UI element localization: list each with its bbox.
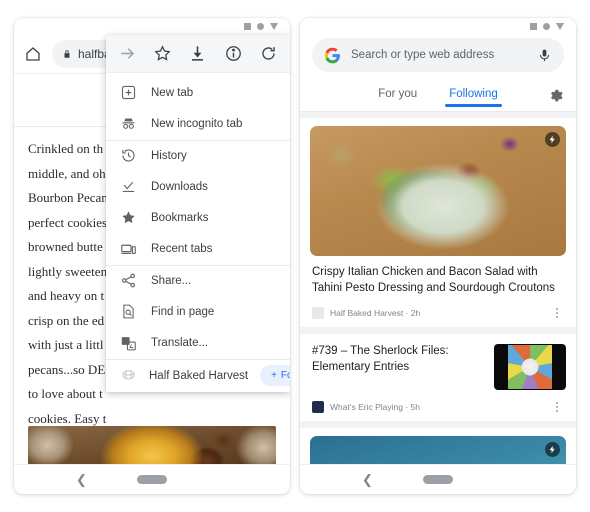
status-bar-left (14, 18, 290, 34)
tab-for-you[interactable]: For you (378, 88, 417, 106)
lock-icon (62, 48, 72, 60)
source-favicon-icon (312, 307, 324, 319)
menu-item-new-incognito-tab[interactable]: New incognito tab (106, 108, 290, 139)
card-meta-text: What's Eric Playing · 5h (330, 402, 420, 412)
card-meta: Half Baked Harvest · 2h (312, 305, 564, 321)
star-icon[interactable] (153, 44, 172, 63)
microphone-icon[interactable] (537, 48, 552, 63)
status-bar-right (300, 18, 576, 34)
ntp-search-wrap: Search or type web address (300, 34, 576, 82)
reload-icon[interactable] (259, 44, 278, 63)
circle-icon (543, 23, 550, 30)
overflow-dots-icon[interactable] (550, 306, 564, 320)
share-icon (120, 272, 137, 289)
sherlock-thumbnail (494, 344, 566, 390)
android-nav-bar-left: ❮ (14, 464, 290, 494)
card-row: #739 – The Sherlock Files: Elementary En… (310, 342, 566, 390)
triangle-icon (556, 23, 564, 30)
menu-icon-row (106, 35, 290, 73)
card-meta-text: Half Baked Harvest · 2h (330, 308, 420, 318)
tab-following[interactable]: Following (449, 88, 498, 106)
ntp-tab-bar: For you Following (300, 82, 576, 112)
find-in-page-icon (120, 303, 137, 320)
menu-item-downloads[interactable]: Downloads (106, 171, 290, 202)
menu-item-translate[interactable]: Translate... (106, 327, 290, 358)
square-icon (244, 23, 251, 30)
content-feed: Crispy Italian Chicken and Bacon Salad w… (300, 112, 576, 474)
menu-item-label: New tab (151, 87, 193, 99)
info-icon[interactable] (224, 44, 243, 63)
download-icon[interactable] (188, 44, 207, 63)
circle-icon (257, 23, 264, 30)
android-nav-bar-right: ❮ (300, 464, 576, 494)
overflow-dots-icon[interactable] (550, 400, 564, 414)
incognito-icon (120, 115, 137, 132)
new-tab-icon (120, 84, 137, 101)
search-input[interactable]: Search or type web address (312, 38, 564, 72)
salad-photo (310, 126, 566, 256)
amp-bolt-icon (545, 132, 560, 147)
forward-arrow-icon[interactable] (118, 44, 137, 63)
downloads-icon (120, 178, 137, 195)
menu-item-label: New incognito tab (151, 118, 242, 130)
menu-item-label: Translate... (151, 337, 208, 349)
menu-item-share[interactable]: Share... (106, 265, 290, 296)
history-icon (120, 147, 137, 164)
site-favicon-icon (120, 367, 137, 384)
card-title: #739 – The Sherlock Files: Elementary En… (312, 344, 482, 375)
follow-button[interactable]: + Follow (260, 365, 290, 386)
bookmarks-icon (120, 209, 137, 226)
feed-card-sherlock[interactable]: #739 – The Sherlock Files: Elementary En… (300, 334, 576, 421)
menu-item-label: Bookmarks (151, 212, 209, 224)
chrome-overflow-menu: New tab New incognito tab History (106, 35, 290, 392)
menu-item-label: Find in page (151, 306, 214, 318)
gear-icon[interactable] (549, 88, 564, 103)
card-meta: What's Eric Playing · 5h (312, 399, 564, 415)
menu-item-new-tab[interactable]: New tab (106, 77, 290, 108)
home-icon[interactable] (24, 45, 42, 63)
triangle-icon (270, 23, 278, 30)
search-placeholder-text: Search or type web address (351, 49, 527, 61)
amp-bolt-icon (545, 442, 560, 457)
recent-tabs-icon (120, 241, 137, 258)
menu-item-find-in-page[interactable]: Find in page (106, 296, 290, 327)
menu-item-label: History (151, 150, 187, 162)
card-title: Crispy Italian Chicken and Bacon Salad w… (312, 265, 564, 296)
menu-item-history[interactable]: History (106, 140, 290, 171)
source-favicon-icon (312, 401, 324, 413)
menu-item-recent-tabs[interactable]: Recent tabs (106, 233, 290, 264)
back-chevron-icon[interactable]: ❮ (362, 473, 373, 486)
menu-item-bookmarks[interactable]: Bookmarks (106, 202, 290, 233)
home-pill[interactable] (137, 475, 167, 484)
screenshot-stage: halfba — HALF H A R Crinkled on th middl… (0, 0, 590, 512)
square-icon (530, 23, 537, 30)
follow-button-label: Follow (281, 370, 290, 381)
follow-site-name: Half Baked Harvest (149, 370, 248, 382)
google-g-icon (324, 47, 341, 64)
home-pill[interactable] (423, 475, 453, 484)
phone-left: halfba — HALF H A R Crinkled on th middl… (14, 18, 290, 494)
menu-item-label: Downloads (151, 181, 208, 193)
phone-right: Search or type web address For you Follo… (300, 18, 576, 494)
translate-icon (120, 335, 137, 352)
menu-item-label: Share... (151, 275, 191, 287)
plus-icon: + (271, 370, 277, 381)
menu-item-list: New tab New incognito tab History (106, 73, 290, 392)
feed-card-salad[interactable]: Crispy Italian Chicken and Bacon Salad w… (300, 118, 576, 327)
menu-follow-row: Half Baked Harvest + Follow (106, 359, 290, 392)
back-chevron-icon[interactable]: ❮ (76, 473, 87, 486)
menu-item-label: Recent tabs (151, 243, 212, 255)
